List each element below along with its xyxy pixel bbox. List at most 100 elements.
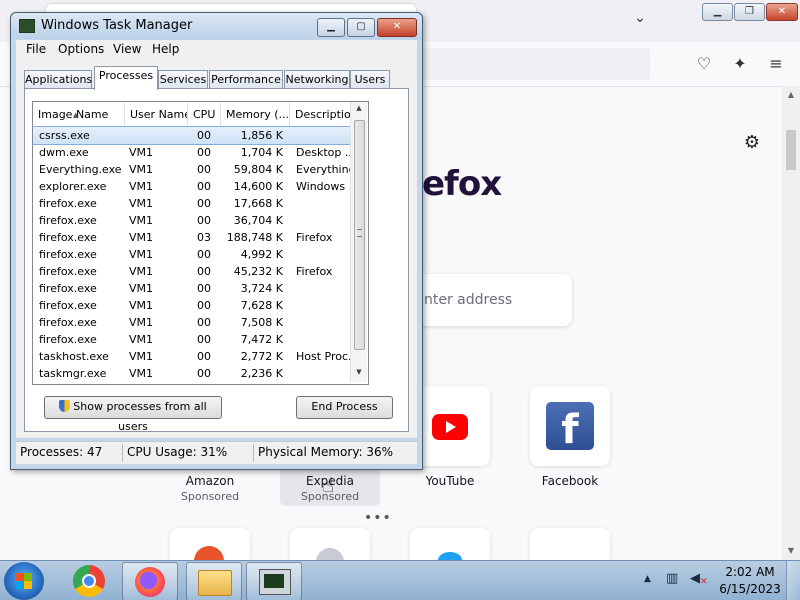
hamburger-menu-icon[interactable]: ≡ bbox=[764, 52, 788, 76]
menu-help[interactable]: Help bbox=[152, 42, 179, 56]
scroll-up-arrow-icon[interactable]: ▲ bbox=[351, 104, 367, 112]
shortcut-facebook[interactable]: f Facebook bbox=[520, 386, 620, 496]
taskbar-firefox[interactable] bbox=[122, 562, 178, 600]
scroll-thumb[interactable] bbox=[354, 120, 365, 350]
menu-file[interactable]: File bbox=[26, 42, 46, 56]
process-list-header: ▲ Image Name User Name CPU Memory (... D… bbox=[33, 102, 366, 127]
process-name: firefox.exe bbox=[39, 231, 97, 244]
taskbar-explorer[interactable] bbox=[186, 562, 242, 600]
menu-bar: File Options View Help bbox=[16, 40, 417, 60]
table-row[interactable]: explorer.exe VM1 00 14,600 K Windows ... bbox=[33, 178, 366, 195]
process-user: VM1 bbox=[129, 214, 154, 227]
twitter-logo-icon bbox=[438, 552, 462, 560]
shortcut-tile-row2[interactable] bbox=[290, 528, 370, 560]
extensions-icon[interactable]: ✦ bbox=[728, 52, 752, 76]
minimize-button[interactable]: ▁ bbox=[317, 18, 345, 37]
table-row[interactable]: firefox.exe VM1 00 36,704 K bbox=[33, 212, 366, 229]
search-input[interactable] bbox=[424, 290, 564, 310]
taskbar-chrome[interactable] bbox=[62, 562, 116, 599]
clock-time[interactable]: 2:02 AM bbox=[718, 565, 782, 579]
shortcut-tile-row2[interactable] bbox=[170, 528, 250, 560]
show-desktop-button[interactable] bbox=[786, 561, 800, 600]
facebook-tile[interactable]: f bbox=[530, 386, 610, 466]
process-cpu: 00 bbox=[197, 299, 211, 312]
column-cpu[interactable]: CPU bbox=[188, 102, 221, 126]
scroll-thumb[interactable] bbox=[786, 130, 796, 170]
table-row[interactable]: firefox.exe VM1 00 45,232 K Firefox bbox=[33, 263, 366, 280]
start-button[interactable] bbox=[4, 562, 44, 600]
show-all-processes-button[interactable]: Show processes from all users bbox=[44, 396, 222, 433]
shortcut-tile-row2[interactable] bbox=[530, 528, 610, 560]
table-row[interactable]: dwm.exe VM1 00 1,704 K Desktop ... bbox=[33, 144, 366, 161]
sort-ascending-icon: ▲ bbox=[73, 111, 79, 119]
process-user: VM1 bbox=[129, 333, 154, 346]
process-list-scrollbar[interactable]: ▲ ▼ bbox=[350, 102, 367, 382]
process-description bbox=[296, 299, 358, 314]
column-memory[interactable]: Memory (... bbox=[221, 102, 290, 126]
process-memory: 17,668 K bbox=[233, 197, 283, 210]
site-logo-icon bbox=[316, 548, 344, 560]
firefox-close-button[interactable]: ✕ bbox=[766, 3, 798, 21]
process-cpu: 00 bbox=[197, 180, 211, 193]
end-process-button[interactable]: End Process bbox=[296, 396, 393, 419]
youtube-logo-icon bbox=[432, 414, 468, 440]
firefox-search-box[interactable] bbox=[400, 274, 572, 326]
firefox-urlbar[interactable] bbox=[400, 48, 650, 80]
task-manager-window: Windows Task Manager ▁ ▢ ✕ File Options … bbox=[10, 12, 423, 470]
table-row[interactable]: firefox.exe VM1 00 7,472 K bbox=[33, 331, 366, 348]
process-user: VM1 bbox=[129, 248, 154, 261]
network-icon[interactable]: ▥ bbox=[666, 571, 682, 587]
title-bar[interactable]: Windows Task Manager ▁ ▢ ✕ bbox=[11, 13, 422, 39]
table-row[interactable]: taskmgr.exe VM1 00 2,236 K bbox=[33, 365, 366, 382]
tab-performance[interactable]: Performance bbox=[209, 70, 283, 89]
tab-users[interactable]: Users bbox=[350, 70, 390, 89]
process-cpu: 00 bbox=[197, 316, 211, 329]
process-user: VM1 bbox=[129, 367, 154, 380]
table-row[interactable]: taskhost.exe VM1 00 2,772 K Host Proc... bbox=[33, 348, 366, 365]
column-image-name[interactable]: ▲ Image Name bbox=[33, 102, 125, 126]
table-row[interactable]: Everything.exe VM1 00 59,804 K Everything bbox=[33, 161, 366, 178]
more-shortcuts-dots[interactable]: ••• bbox=[364, 510, 392, 526]
tab-processes[interactable]: Processes bbox=[94, 66, 158, 90]
table-row[interactable]: firefox.exe VM1 00 4,992 K bbox=[33, 246, 366, 263]
tab-services[interactable]: Services bbox=[158, 70, 208, 89]
firefox-scrollbar[interactable]: ▲ ▼ bbox=[782, 86, 800, 560]
table-row[interactable]: firefox.exe VM1 00 17,668 K bbox=[33, 195, 366, 212]
gear-icon[interactable]: ⚙ bbox=[740, 132, 764, 156]
menu-view[interactable]: View bbox=[113, 42, 141, 56]
firefox-minimize-button[interactable]: ▁ bbox=[702, 3, 733, 21]
process-description: Firefox bbox=[296, 231, 333, 244]
shortcut-tile-row2[interactable] bbox=[410, 528, 490, 560]
facebook-logo-icon: f bbox=[546, 402, 594, 450]
close-button[interactable]: ✕ bbox=[377, 18, 417, 37]
firefox-restore-button[interactable]: ❐ bbox=[734, 3, 765, 21]
scroll-up-arrow-icon[interactable]: ▲ bbox=[782, 90, 800, 102]
status-processes: Processes: 47 bbox=[20, 445, 103, 459]
table-row[interactable]: firefox.exe VM1 03 188,748 K Firefox bbox=[33, 229, 366, 246]
table-row[interactable]: firefox.exe VM1 00 3,724 K bbox=[33, 280, 366, 297]
table-row[interactable]: csrss.exe 00 1,856 K bbox=[33, 126, 367, 145]
scroll-down-arrow-icon[interactable]: ▼ bbox=[782, 546, 800, 558]
process-description bbox=[296, 214, 358, 229]
menu-options[interactable]: Options bbox=[58, 42, 104, 56]
clock-date[interactable]: 6/15/2023 bbox=[718, 582, 782, 596]
tab-applications[interactable]: Applications bbox=[24, 70, 92, 89]
process-list[interactable]: ▲ Image Name User Name CPU Memory (... D… bbox=[32, 101, 369, 385]
process-memory: 7,508 K bbox=[240, 316, 283, 329]
pocket-icon[interactable]: ♡ bbox=[692, 52, 716, 76]
table-row[interactable]: firefox.exe VM1 00 7,628 K bbox=[33, 297, 366, 314]
process-name: taskhost.exe bbox=[39, 350, 109, 363]
scroll-down-arrow-icon[interactable]: ▼ bbox=[351, 368, 367, 376]
list-all-tabs-icon[interactable]: ⌄ bbox=[628, 10, 652, 32]
taskbar-task-manager[interactable] bbox=[246, 562, 302, 600]
status-physical-memory: Physical Memory: 36% bbox=[258, 445, 394, 459]
show-hidden-icons-arrow-icon[interactable]: ▲ bbox=[644, 574, 651, 584]
task-manager-icon bbox=[259, 569, 291, 595]
tab-networking[interactable]: Networking bbox=[284, 70, 350, 89]
process-name: firefox.exe bbox=[39, 299, 97, 312]
table-row[interactable]: firefox.exe VM1 00 7,508 K bbox=[33, 314, 366, 331]
process-description bbox=[296, 129, 358, 144]
column-user-name[interactable]: User Name bbox=[125, 102, 188, 126]
process-description bbox=[296, 248, 358, 263]
maximize-button[interactable]: ▢ bbox=[347, 18, 375, 37]
